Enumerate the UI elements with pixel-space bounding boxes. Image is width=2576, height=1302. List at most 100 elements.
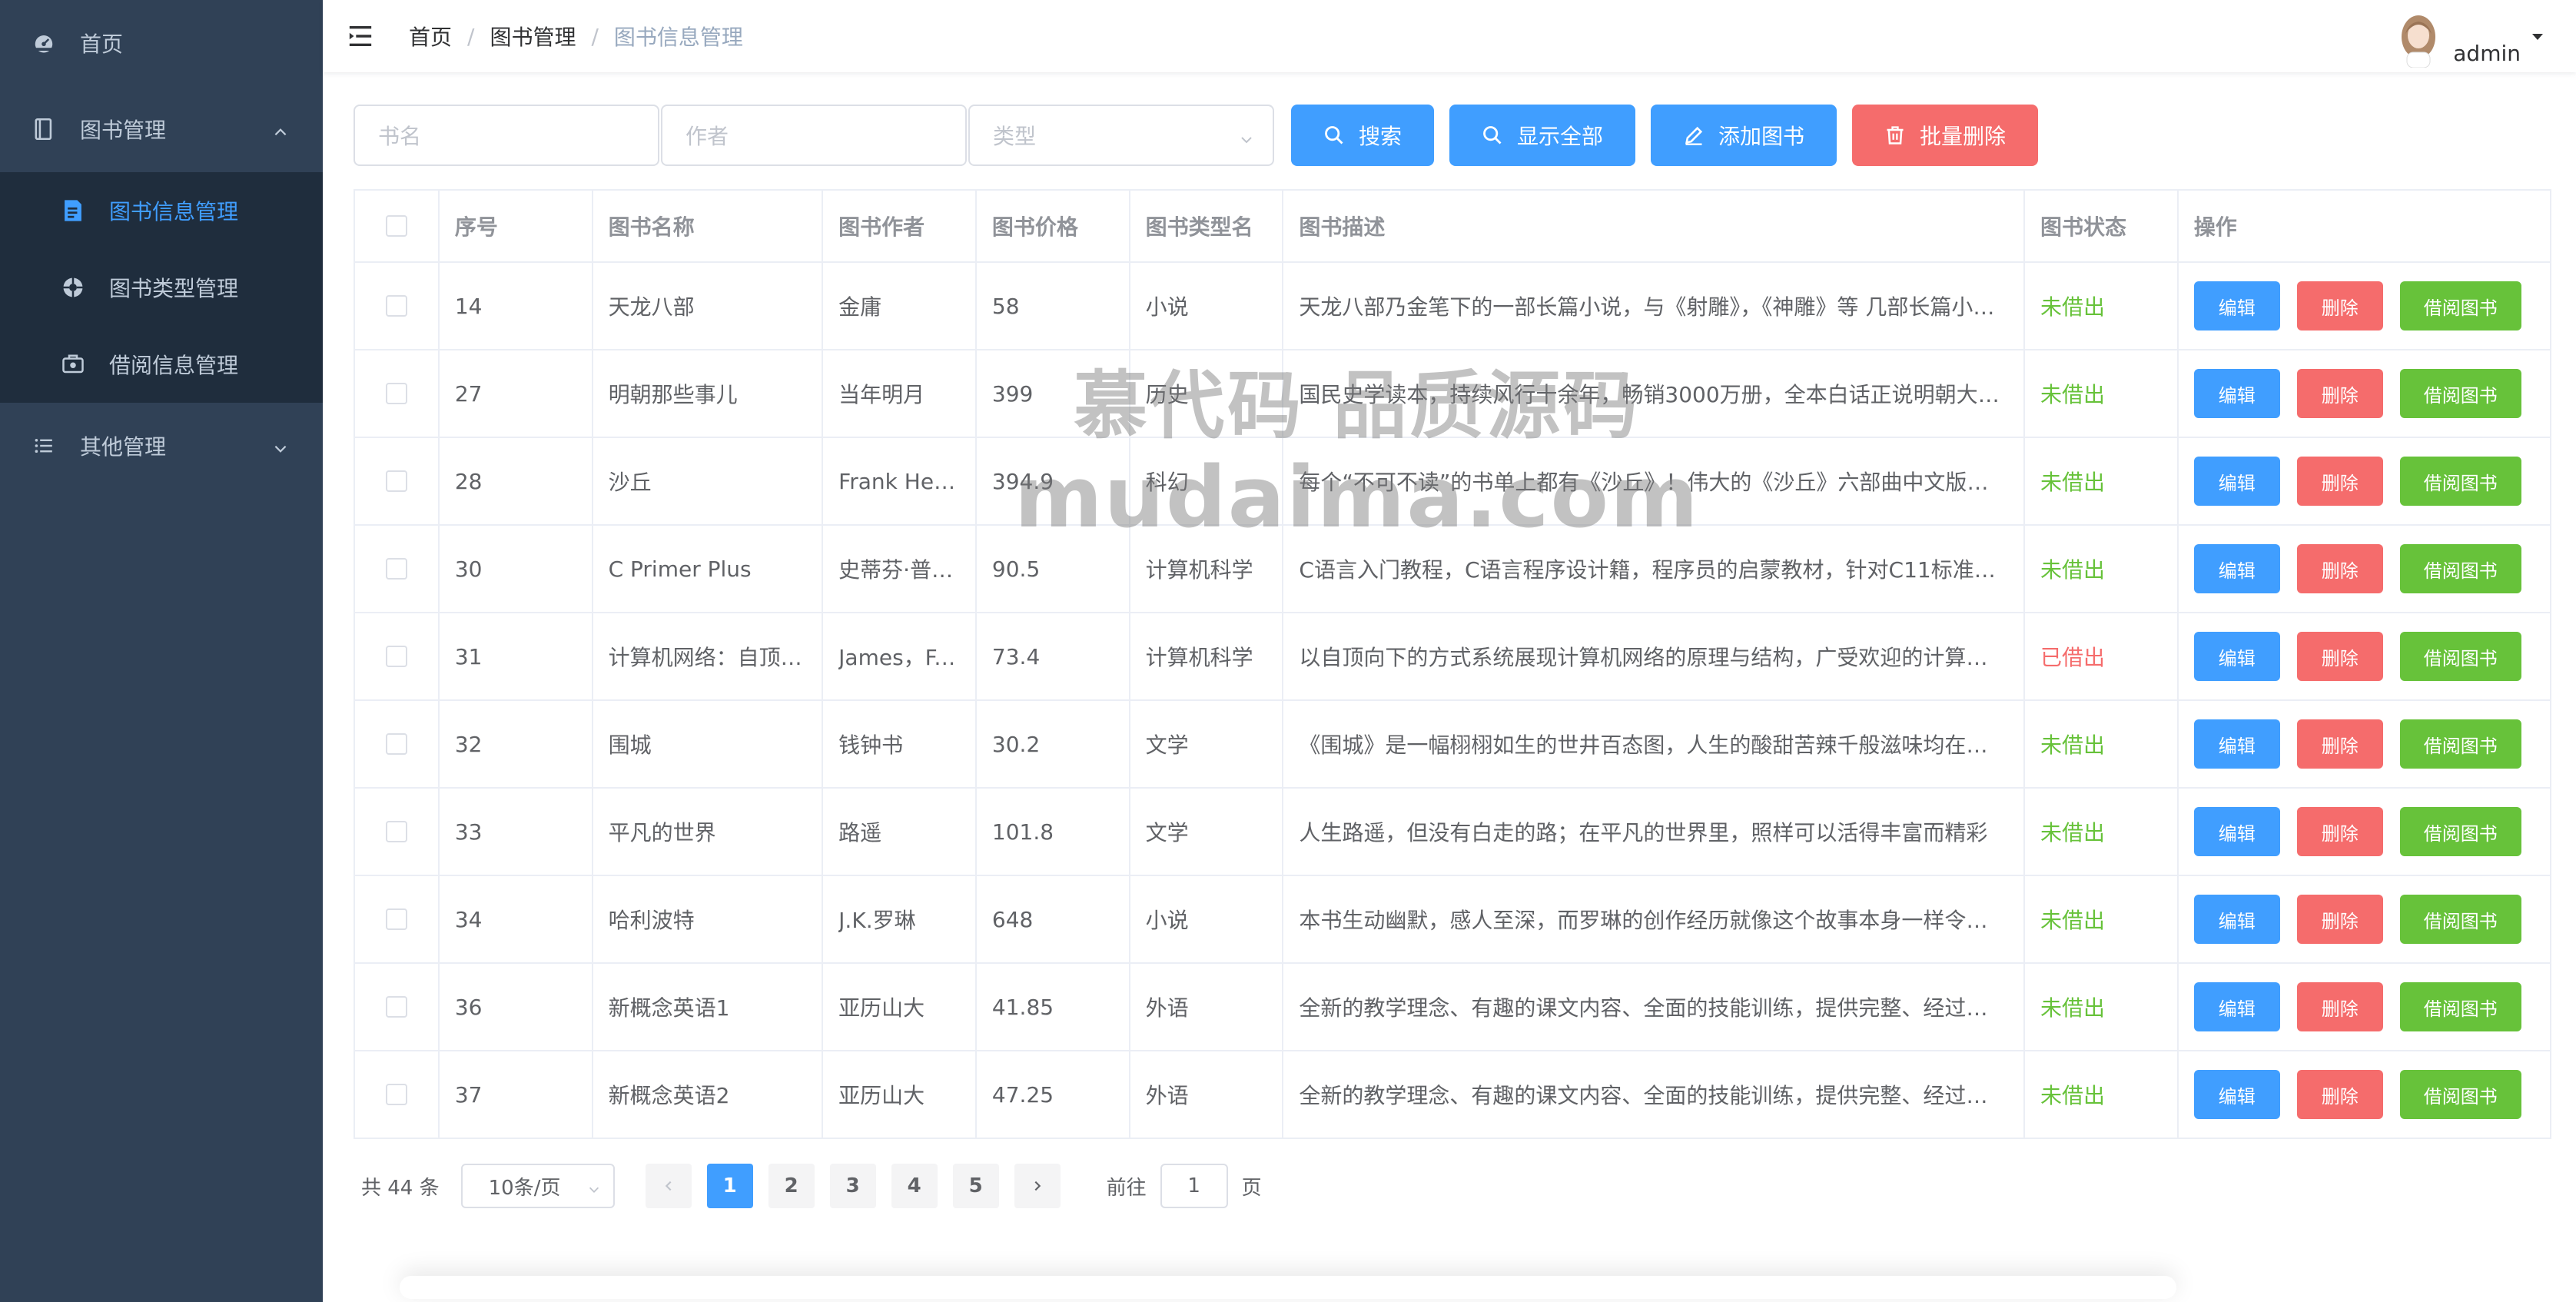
goto-prefix: 前往 bbox=[1106, 1176, 1147, 1200]
cell-name-text: 新概念英语1 bbox=[608, 995, 730, 1021]
delete-button[interactable]: 删除 bbox=[2296, 369, 2383, 418]
row-checkbox[interactable] bbox=[385, 646, 407, 667]
cell-price-text: 47.25 bbox=[991, 1081, 1054, 1108]
row-checkbox[interactable] bbox=[385, 383, 407, 404]
delete-button[interactable]: 删除 bbox=[2296, 281, 2383, 330]
delete-button[interactable]: 删除 bbox=[2296, 807, 2383, 856]
borrow-button[interactable]: 借阅图书 bbox=[2399, 895, 2521, 944]
trash-icon bbox=[1884, 125, 1906, 146]
add-book-button[interactable]: 添加图书 bbox=[1651, 105, 1837, 166]
row-checkbox[interactable] bbox=[385, 733, 407, 755]
sidebar-item-other-management[interactable]: 其他管理 bbox=[0, 403, 323, 489]
author-input[interactable]: 作者 bbox=[661, 105, 967, 166]
show-all-button-label: 显示全部 bbox=[1516, 124, 1603, 149]
edit-button[interactable]: 编辑 bbox=[2193, 895, 2280, 944]
cell-id: 31 bbox=[440, 613, 593, 699]
navbar: 首页 / 图书管理 / 图书信息管理 admin bbox=[323, 0, 2576, 72]
breadcrumb-home[interactable]: 首页 bbox=[409, 21, 452, 51]
cell-type: 外语 bbox=[1130, 964, 1284, 1050]
cell-id-text: 31 bbox=[454, 643, 483, 669]
user-menu[interactable]: admin bbox=[2392, 11, 2545, 68]
prev-page-button[interactable] bbox=[645, 1164, 692, 1208]
edit-button[interactable]: 编辑 bbox=[2193, 632, 2280, 681]
delete-button[interactable]: 删除 bbox=[2296, 719, 2383, 769]
cell-id-text: 37 bbox=[454, 1081, 483, 1108]
borrow-button[interactable]: 借阅图书 bbox=[2399, 1070, 2521, 1119]
goto-page-input[interactable]: 1 bbox=[1160, 1164, 1228, 1208]
status-badge: 未借出 bbox=[2040, 470, 2105, 495]
page-button-5[interactable]: 5 bbox=[952, 1164, 999, 1208]
cell-price-text: 399 bbox=[991, 380, 1034, 407]
next-page-button[interactable] bbox=[1014, 1164, 1061, 1208]
row-checkbox[interactable] bbox=[385, 295, 407, 317]
book-name-input[interactable]: 书名 bbox=[354, 105, 659, 166]
cell-type-text: 历史 bbox=[1145, 382, 1189, 407]
sidebar-item-label: 图书信息管理 bbox=[109, 199, 239, 224]
borrow-button[interactable]: 借阅图书 bbox=[2399, 457, 2521, 506]
sidebar-item-home[interactable]: 首页 bbox=[0, 0, 323, 86]
table-header-row: 序号 图书名称 图书作者 图书价格 图书类型名 图书描述 图书状态 操作 bbox=[355, 191, 2550, 263]
hamburger-icon[interactable] bbox=[347, 23, 373, 49]
cell-type: 小说 bbox=[1130, 263, 1284, 349]
row-checkbox[interactable] bbox=[385, 1084, 407, 1105]
borrow-button[interactable]: 借阅图书 bbox=[2399, 369, 2521, 418]
edit-button[interactable]: 编辑 bbox=[2193, 369, 2280, 418]
book-table: 序号 图书名称 图书作者 图书价格 图书类型名 图书描述 图书状态 操作 14 天… bbox=[354, 189, 2551, 1139]
borrow-button[interactable]: 借阅图书 bbox=[2399, 719, 2521, 769]
borrow-button[interactable]: 借阅图书 bbox=[2399, 632, 2521, 681]
batch-delete-button[interactable]: 批量删除 bbox=[1852, 105, 2038, 166]
edit-button[interactable]: 编辑 bbox=[2193, 544, 2280, 593]
edit-button[interactable]: 编辑 bbox=[2193, 807, 2280, 856]
delete-button[interactable]: 删除 bbox=[2296, 457, 2383, 506]
delete-button[interactable]: 删除 bbox=[2296, 544, 2383, 593]
breadcrumb-book-management[interactable]: 图书管理 bbox=[490, 21, 576, 51]
edit-button[interactable]: 编辑 bbox=[2193, 281, 2280, 330]
book-icon bbox=[31, 116, 57, 142]
row-checkbox[interactable] bbox=[385, 821, 407, 842]
search-button[interactable]: 搜索 bbox=[1291, 105, 1434, 166]
page-jumper: 前往 1 页 bbox=[1107, 1164, 1262, 1208]
cell-name-text: 新概念英语2 bbox=[608, 1083, 730, 1108]
row-checkbox[interactable] bbox=[385, 908, 407, 930]
edit-button[interactable]: 编辑 bbox=[2193, 1070, 2280, 1119]
borrow-button[interactable]: 借阅图书 bbox=[2399, 281, 2521, 330]
show-all-button[interactable]: 显示全部 bbox=[1449, 105, 1635, 166]
header-select-all[interactable] bbox=[355, 191, 440, 261]
edit-button[interactable]: 编辑 bbox=[2193, 457, 2280, 506]
row-checkbox[interactable] bbox=[385, 470, 407, 492]
delete-button[interactable]: 删除 bbox=[2296, 1070, 2383, 1119]
type-select[interactable]: 类型 bbox=[968, 105, 1274, 166]
row-checkbox[interactable] bbox=[385, 996, 407, 1018]
cell-price: 73.4 bbox=[977, 613, 1130, 699]
select-all-checkbox[interactable] bbox=[385, 215, 407, 237]
borrow-button[interactable]: 借阅图书 bbox=[2399, 807, 2521, 856]
delete-button[interactable]: 删除 bbox=[2296, 982, 2383, 1031]
page-button-4[interactable]: 4 bbox=[891, 1164, 938, 1208]
status-badge: 未借出 bbox=[2040, 908, 2105, 933]
sidebar-item-book-info[interactable]: 图书信息管理 bbox=[0, 172, 323, 249]
row-checkbox[interactable] bbox=[385, 558, 407, 580]
page-button-1[interactable]: 1 bbox=[706, 1164, 753, 1208]
row-select-cell bbox=[355, 350, 440, 437]
status-badge: 未借出 bbox=[2040, 382, 2105, 407]
delete-button[interactable]: 删除 bbox=[2296, 895, 2383, 944]
page-button-2[interactable]: 2 bbox=[768, 1164, 815, 1208]
table-row: 31 计算机网络：自顶向下方法 James，F.Kurose 73.4 计算机科学 以自顶… bbox=[355, 613, 2550, 701]
borrow-button[interactable]: 借阅图书 bbox=[2399, 982, 2521, 1031]
edit-button[interactable]: 编辑 bbox=[2193, 982, 2280, 1031]
page-button-3[interactable]: 3 bbox=[829, 1164, 876, 1208]
borrow-button[interactable]: 借阅图书 bbox=[2399, 544, 2521, 593]
page-size-select[interactable]: 10条/页 bbox=[460, 1164, 615, 1208]
cell-desc-text: 天龙八部乃金笔下的一部长篇小说，与《射雕》，《神雕》等 几部长篇小说一起被称为金… bbox=[1299, 294, 2008, 320]
cell-price: 41.85 bbox=[977, 964, 1130, 1050]
cell-price-text: 41.85 bbox=[991, 994, 1054, 1020]
sidebar-item-book-management[interactable]: 图书管理 bbox=[0, 86, 323, 172]
sidebar-item-borrow-info[interactable]: 借阅信息管理 bbox=[0, 326, 323, 403]
cell-id: 14 bbox=[440, 263, 593, 349]
delete-button[interactable]: 删除 bbox=[2296, 632, 2383, 681]
row-select-cell bbox=[355, 701, 440, 787]
cell-desc: 每个“不可不读”的书单上都有《沙丘》！伟大的《沙丘》六部曲中文版初次完整出版 bbox=[1283, 438, 2025, 524]
sidebar-item-book-type[interactable]: 图书类型管理 bbox=[0, 249, 323, 326]
breadcrumb: 首页 / 图书管理 / 图书信息管理 bbox=[409, 21, 743, 51]
edit-button[interactable]: 编辑 bbox=[2193, 719, 2280, 769]
